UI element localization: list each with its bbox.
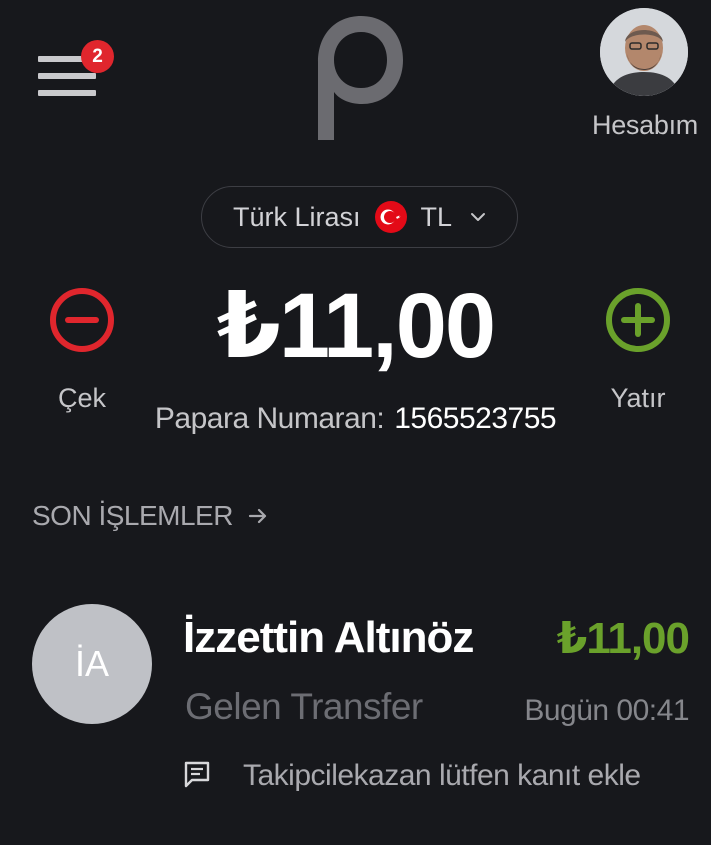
menu-icon-bar [38, 90, 96, 96]
recent-transactions-link[interactable]: SON İŞLEMLER [32, 500, 269, 532]
recent-title: SON İŞLEMLER [32, 500, 233, 531]
transaction-name: İzzettin Altınöz [183, 613, 474, 662]
papara-number-label: Papara Numaran: [154, 402, 385, 435]
menu-icon-bar [38, 73, 96, 79]
papara-number[interactable]: Papara Numaran: 1565523755 [0, 402, 711, 436]
message-icon [184, 761, 210, 788]
transaction-amount: ₺11,00 [556, 614, 690, 663]
profile-photo [600, 8, 688, 96]
account-label[interactable]: Hesabım [590, 110, 700, 141]
transaction-note: Takipcilekazan lütfen kanıt ekle [243, 759, 641, 792]
avatar[interactable] [600, 8, 688, 96]
transaction-type: Gelen Transfer [185, 686, 423, 727]
chevron-down-icon [471, 213, 486, 221]
plus-circle-icon [606, 288, 670, 352]
arrow-right-icon [248, 508, 267, 524]
currency-code: TL [420, 201, 453, 232]
deposit-button[interactable]: Yatır [593, 287, 683, 414]
currency-name: Türk Lirası [232, 201, 361, 232]
transaction-avatar: İA [32, 604, 152, 724]
notification-badge: 2 [81, 40, 114, 73]
transaction-time: Bugün 00:41 [524, 694, 689, 727]
papara-logo [318, 16, 403, 140]
papara-number-value: 1565523755 [394, 402, 557, 435]
turkey-flag-icon [374, 201, 407, 233]
currency-selector[interactable]: Türk Lirası TL [201, 186, 518, 248]
